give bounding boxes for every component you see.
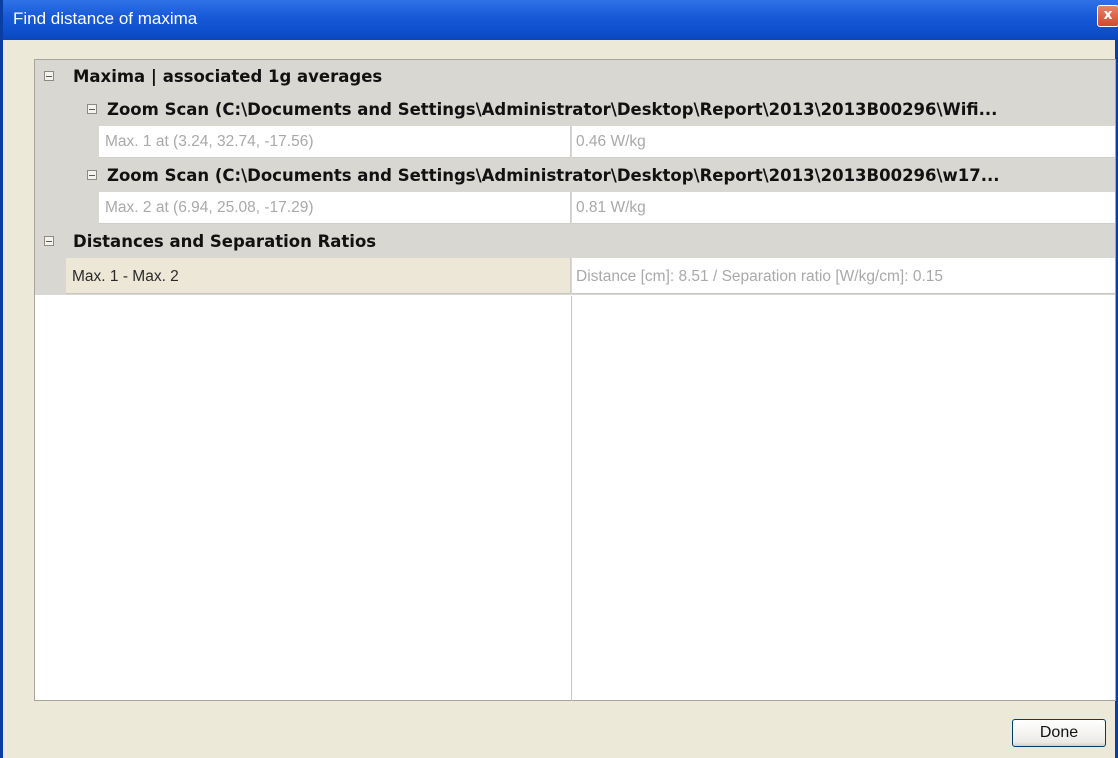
max-position: Max. 1 at (3.24, 32.74, -17.56) bbox=[99, 126, 571, 158]
max-position: Max. 2 at (6.94, 25.08, -17.29) bbox=[99, 192, 571, 224]
done-button[interactable]: Done bbox=[1012, 719, 1106, 747]
max-value: 0.81 W/kg bbox=[572, 192, 1115, 224]
property-grid: Maxima | associated 1g averages Zoom Sca… bbox=[34, 59, 1116, 701]
distance-row[interactable]: Max. 1 - Max. 2 Distance [cm]: 8.51 / Se… bbox=[35, 258, 1115, 295]
close-icon: x bbox=[1103, 7, 1113, 23]
max-value: 0.46 W/kg bbox=[572, 126, 1115, 158]
category-maxima[interactable]: Maxima | associated 1g averages bbox=[35, 60, 1115, 93]
collapse-icon[interactable] bbox=[44, 71, 54, 81]
category-label: Maxima | associated 1g averages bbox=[73, 67, 383, 86]
find-distance-dialog: Find distance of maxima x Maxima | assoc… bbox=[0, 0, 1118, 758]
max-row-2[interactable]: Max. 2 at (6.94, 25.08, -17.29) 0.81 W/k… bbox=[35, 192, 1115, 225]
title-bar[interactable]: Find distance of maxima x bbox=[3, 0, 1118, 40]
max-row-1[interactable]: Max. 1 at (3.24, 32.74, -17.56) 0.46 W/k… bbox=[35, 126, 1115, 159]
collapse-icon[interactable] bbox=[87, 104, 97, 114]
distance-pair: Max. 1 - Max. 2 bbox=[66, 258, 571, 294]
collapse-icon[interactable] bbox=[44, 236, 54, 246]
category-label: Distances and Separation Ratios bbox=[73, 232, 377, 251]
zoom-scan-label: Zoom Scan (C:\Documents and Settings\Adm… bbox=[107, 100, 998, 119]
close-button[interactable]: x bbox=[1097, 5, 1118, 27]
zoom-scan-node-1[interactable]: Zoom Scan (C:\Documents and Settings\Adm… bbox=[35, 93, 1115, 126]
zoom-scan-label: Zoom Scan (C:\Documents and Settings\Adm… bbox=[107, 166, 1000, 185]
zoom-scan-node-2[interactable]: Zoom Scan (C:\Documents and Settings\Adm… bbox=[35, 159, 1115, 192]
window-title: Find distance of maxima bbox=[13, 9, 198, 28]
distance-value: Distance [cm]: 8.51 / Separation ratio [… bbox=[572, 258, 1115, 294]
column-divider[interactable] bbox=[571, 296, 572, 701]
category-distances[interactable]: Distances and Separation Ratios bbox=[35, 225, 1115, 258]
collapse-icon[interactable] bbox=[87, 170, 97, 180]
